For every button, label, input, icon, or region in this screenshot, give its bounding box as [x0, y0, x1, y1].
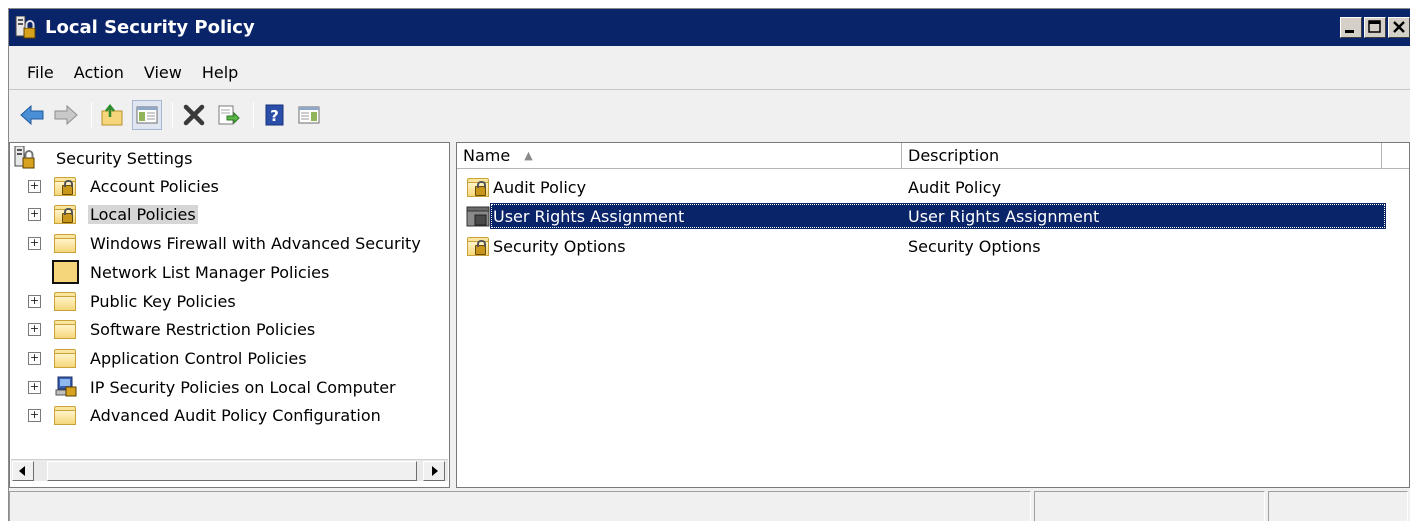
tree-pane[interactable]: Security Settings + Account Policies + L…: [9, 142, 450, 488]
sort-ascending-icon: ▲: [524, 149, 533, 162]
locked-folder-icon: [52, 203, 78, 225]
security-policy-icon: [15, 15, 37, 40]
close-button[interactable]: [1388, 17, 1410, 38]
up-folder-icon: [101, 103, 123, 126]
minimize-button[interactable]: [1340, 17, 1362, 38]
list-row-audit-policy[interactable]: Audit Policy Audit Policy: [457, 173, 1387, 201]
properties-button[interactable]: [294, 100, 324, 130]
toolbar-separator: [253, 102, 254, 128]
folder-icon: [52, 290, 78, 312]
forward-button[interactable]: [51, 100, 81, 130]
folder-icon: [52, 404, 78, 426]
status-panel-secondary: [1034, 491, 1265, 521]
column-header-label: Name: [463, 146, 511, 165]
locked-folder-icon: [465, 205, 491, 227]
svg-text:?: ?: [270, 107, 279, 125]
expand-icon[interactable]: +: [28, 237, 41, 250]
show-hide-tree-icon: [136, 106, 158, 124]
menu-action[interactable]: Action: [74, 63, 124, 82]
menu-file[interactable]: File: [27, 63, 54, 82]
toolbar: ?: [9, 91, 1410, 139]
folder-icon: [52, 318, 78, 340]
forward-icon: [54, 104, 78, 126]
minimize-icon: [1345, 30, 1354, 33]
title-bar[interactable]: Local Security Policy: [9, 9, 1410, 46]
delete-icon: [183, 104, 205, 126]
expand-icon[interactable]: +: [28, 208, 41, 221]
tree-item-label: Local Policies: [88, 204, 198, 224]
maximize-button[interactable]: [1364, 17, 1386, 38]
help-icon: ?: [265, 104, 284, 126]
list-row-user-rights-assignment[interactable]: User Rights Assignment User Rights Assig…: [457, 202, 1387, 230]
column-header-filler: [1382, 143, 1409, 169]
tree-item-label: Public Key Policies: [90, 291, 236, 311]
maximize-icon: [1368, 20, 1381, 33]
folder-icon: [52, 260, 79, 284]
list-header: Name ▲ Description: [457, 143, 1409, 169]
tree-item-label: Software Restriction Policies: [90, 319, 316, 339]
export-list-button[interactable]: [213, 100, 243, 130]
expand-icon[interactable]: +: [28, 323, 41, 336]
column-header-description[interactable]: Description: [902, 143, 1382, 169]
tree-item-label: Windows Firewall with Advanced Security: [90, 233, 421, 253]
ip-security-icon: [54, 375, 80, 403]
tree-item-label: Security Settings: [56, 148, 193, 168]
up-one-level-button[interactable]: [98, 100, 128, 130]
folder-icon: [52, 347, 78, 369]
list-row-security-options[interactable]: Security Options Security Options: [457, 232, 1387, 260]
tree-item-label: Advanced Audit Policy Configuration: [90, 405, 381, 425]
menu-help[interactable]: Help: [202, 63, 238, 82]
properties-icon: [298, 106, 320, 124]
column-header-label: Description: [908, 146, 1000, 165]
scroll-right-button[interactable]: [423, 461, 445, 481]
list-cell-description: Security Options: [908, 236, 1041, 256]
list-cell-description: User Rights Assignment: [908, 206, 1100, 226]
export-list-icon: [218, 105, 240, 125]
scrollbar-thumb[interactable]: [47, 461, 417, 481]
expand-icon[interactable]: +: [28, 295, 41, 308]
menu-view[interactable]: View: [144, 63, 182, 82]
list-cell-name: Security Options: [493, 236, 626, 256]
list-cell-description: Audit Policy: [908, 177, 1002, 197]
status-bar: [9, 489, 1410, 521]
delete-button[interactable]: [179, 100, 209, 130]
expand-icon[interactable]: +: [28, 180, 41, 193]
status-panel-tertiary: [1268, 491, 1408, 521]
list-cell-name: User Rights Assignment: [493, 206, 685, 226]
close-icon: [1393, 21, 1405, 33]
back-button[interactable]: [17, 100, 47, 130]
list-pane[interactable]: Name ▲ Description Audit Policy Audit Po…: [456, 142, 1410, 488]
locked-folder-icon: [52, 175, 78, 197]
status-panel-main: [9, 491, 1031, 521]
tree-item-label: Account Policies: [90, 176, 219, 196]
tree-item-label: Application Control Policies: [90, 348, 307, 368]
help-button[interactable]: ?: [260, 100, 290, 130]
main-window: Local Security Policy File Action View H…: [8, 8, 1410, 521]
expand-icon[interactable]: +: [28, 381, 41, 394]
column-header-name[interactable]: Name ▲: [457, 143, 902, 169]
list-cell-name: Audit Policy: [493, 177, 587, 197]
tree-item-label: Network List Manager Policies: [90, 262, 330, 282]
expand-icon[interactable]: +: [28, 409, 41, 422]
security-settings-icon: [14, 145, 36, 174]
toolbar-separator: [172, 102, 173, 128]
locked-folder-icon: [465, 235, 491, 257]
arrow-right-icon: [432, 466, 438, 476]
window-title: Local Security Policy: [45, 17, 255, 38]
arrow-left-icon: [19, 466, 25, 476]
tree-item-label: IP Security Policies on Local Computer: [90, 377, 396, 397]
locked-folder-icon: [465, 176, 491, 198]
back-icon: [20, 104, 44, 126]
expand-icon[interactable]: +: [28, 352, 41, 365]
menu-bar: File Action View Help: [9, 56, 1410, 90]
toolbar-separator: [91, 102, 92, 128]
folder-icon: [52, 232, 78, 254]
tree-horizontal-scrollbar[interactable]: [11, 459, 448, 481]
show-hide-tree-button[interactable]: [132, 100, 162, 130]
scroll-left-button[interactable]: [12, 461, 34, 481]
